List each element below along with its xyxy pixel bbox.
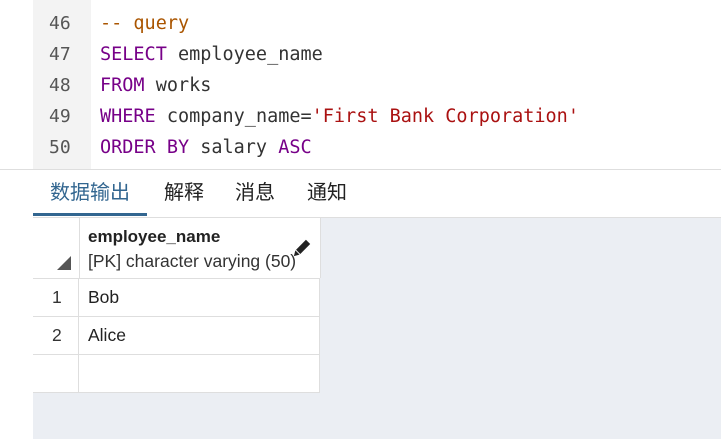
code-line-48[interactable]: 48 FROM works	[0, 70, 721, 101]
table-cell[interactable]: Bob	[80, 279, 320, 316]
line-number: 47	[49, 44, 71, 65]
code-text: SELECT employee_name	[100, 39, 323, 70]
sql-keyword: FROM	[100, 75, 145, 96]
tab-messages[interactable]: 消息	[232, 170, 278, 217]
code-text: FROM works	[100, 70, 211, 101]
pencil-icon[interactable]	[290, 238, 312, 260]
active-tab-indicator	[33, 213, 147, 216]
sql-string-literal: 'First Bank Corporation'	[311, 106, 579, 127]
sql-editor[interactable]: 46 -- query 47 SELECT employee_name 48 F…	[0, 0, 721, 170]
table-cell[interactable]: Alice	[80, 317, 320, 354]
table-cell[interactable]	[80, 355, 320, 392]
row-number	[33, 355, 79, 392]
code-line-49[interactable]: 49 WHERE company_name='First Bank Corpor…	[0, 101, 721, 132]
code-line-50[interactable]: 50 ORDER BY salary ASC	[0, 132, 721, 163]
sql-keyword: SELECT	[100, 44, 167, 65]
sql-comment: -- query	[100, 13, 190, 34]
sort-triangle-icon	[57, 256, 71, 270]
code-text: -- query	[100, 8, 189, 39]
table-row[interactable]: 2 Alice	[33, 317, 320, 355]
results-grid: employee_name [PK] character varying (50…	[33, 218, 321, 393]
tab-explain[interactable]: 解释	[161, 170, 207, 217]
column-header-employee-name[interactable]: employee_name [PK] character varying (50…	[80, 218, 321, 278]
code-line-47[interactable]: 47 SELECT employee_name	[0, 39, 721, 70]
code-line-46[interactable]: 46 -- query	[0, 8, 721, 39]
line-number: 46	[49, 13, 71, 34]
output-tab-bar: 数据输出 解释 消息 通知	[33, 170, 721, 218]
results-panel: employee_name [PK] character varying (50…	[33, 218, 721, 439]
tab-data-output[interactable]: 数据输出	[33, 170, 147, 217]
sql-keyword: WHERE	[100, 106, 156, 127]
column-name: employee_name	[88, 227, 221, 246]
line-number: 48	[49, 75, 71, 96]
line-number: 50	[49, 137, 71, 158]
code-text: WHERE company_name='First Bank Corporati…	[100, 101, 579, 132]
sql-keyword: ASC	[278, 137, 312, 158]
sql-keyword: ORDER BY	[100, 137, 190, 158]
sql-identifier: salary	[189, 137, 279, 158]
table-row[interactable]: 1 Bob	[33, 279, 320, 317]
sql-identifier: employee_name	[166, 44, 323, 65]
sql-identifier: company_name=	[155, 106, 312, 127]
tab-notifications[interactable]: 通知	[304, 170, 350, 217]
select-all-corner[interactable]	[33, 218, 80, 278]
code-text: ORDER BY salary ASC	[100, 132, 312, 163]
table-row-empty[interactable]	[33, 355, 320, 393]
row-number: 1	[33, 279, 79, 316]
row-number: 2	[33, 317, 79, 354]
column-type: [PK] character varying (50)	[88, 251, 297, 271]
sql-identifier: works	[144, 75, 212, 96]
grid-header-row: employee_name [PK] character varying (50…	[33, 218, 321, 279]
line-number: 49	[49, 106, 71, 127]
